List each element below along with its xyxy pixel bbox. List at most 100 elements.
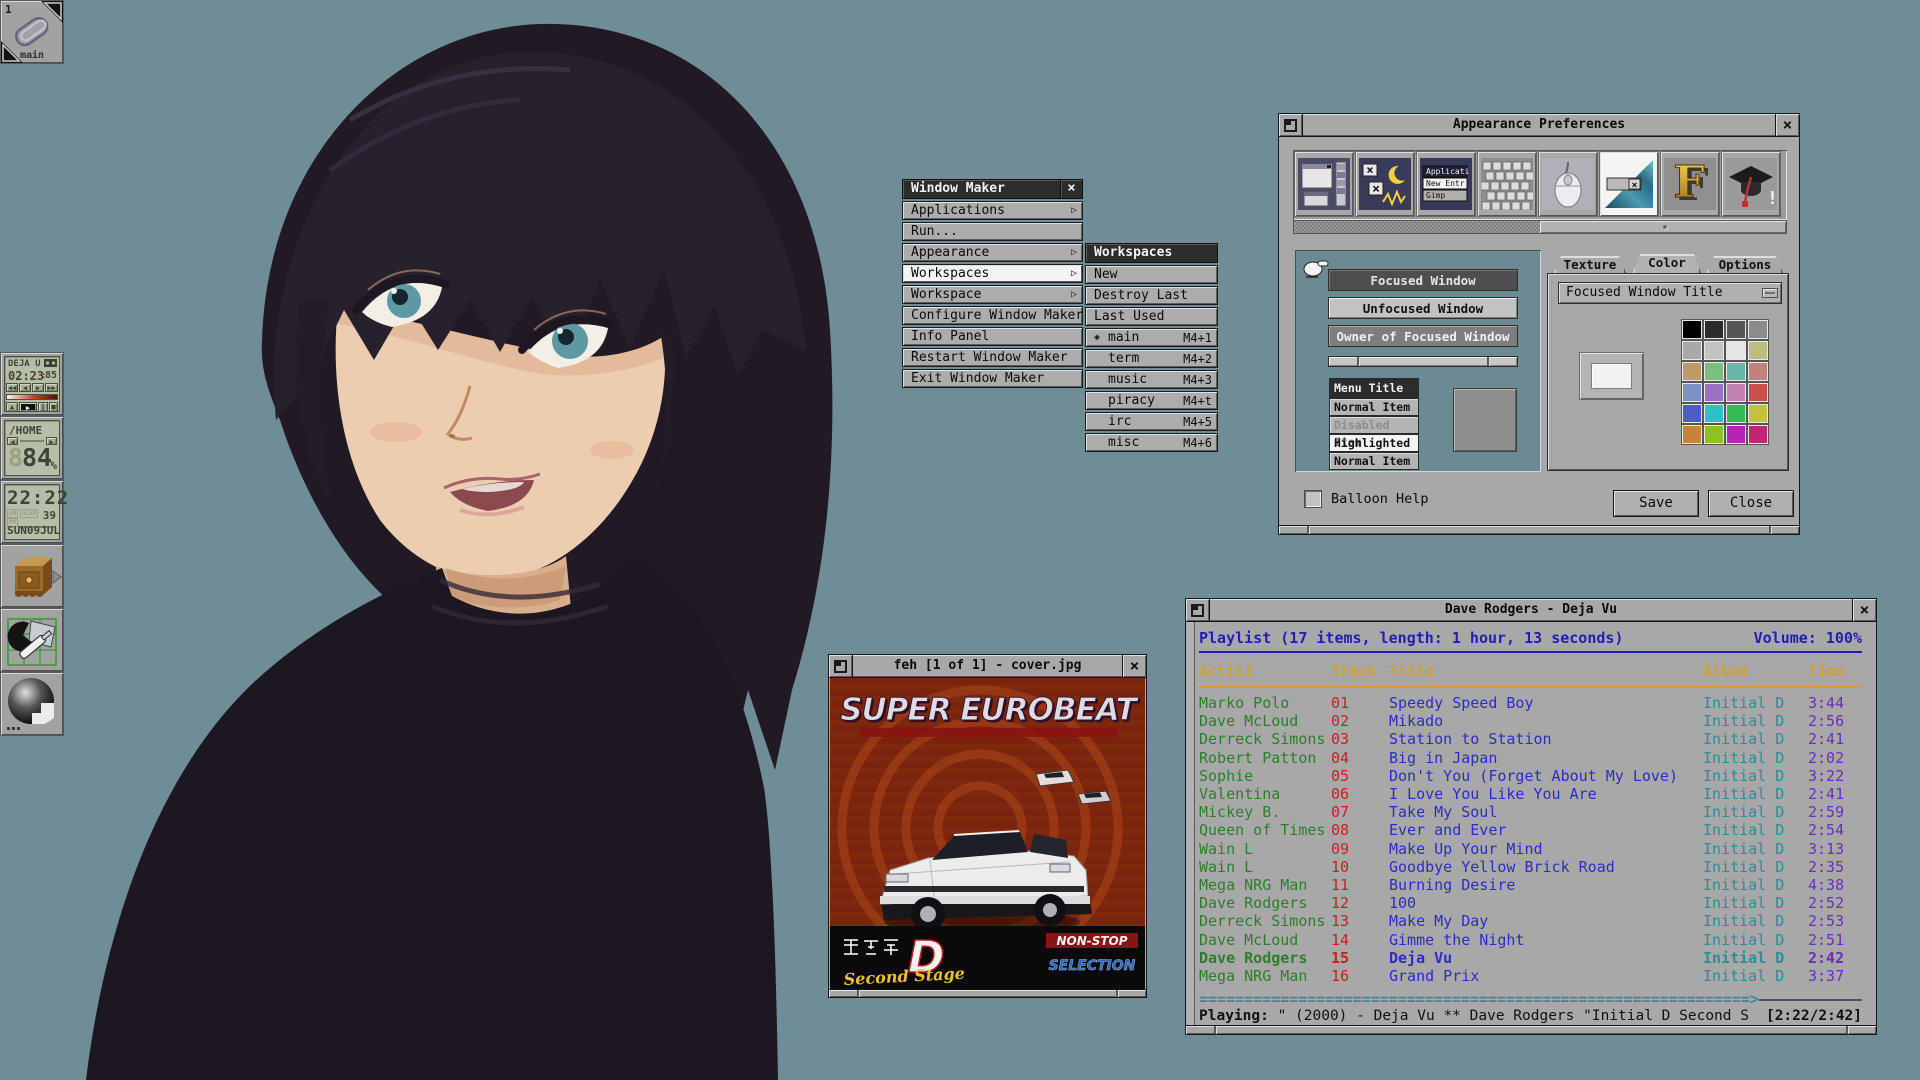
palette-color-12[interactable]	[1682, 383, 1702, 402]
music-stop-button[interactable]: ■	[49, 402, 58, 412]
palette-color-11[interactable]	[1748, 362, 1768, 381]
player-miniaturize-button[interactable]	[1186, 599, 1210, 622]
workspaces-menu-item-piracy[interactable]: piracyM4+t	[1085, 391, 1218, 410]
section-expert[interactable]: !	[1721, 151, 1781, 217]
wprefs-resizebar[interactable]	[1279, 525, 1799, 534]
save-button[interactable]: Save	[1613, 490, 1699, 517]
color-well[interactable]	[1579, 352, 1644, 400]
section-appearance[interactable]: ×	[1599, 151, 1659, 217]
menu-sample-normal[interactable]: Normal Item	[1329, 452, 1419, 470]
menu-sample-title[interactable]: Menu Title	[1329, 378, 1419, 398]
menu-item-configure-window-maker[interactable]: Configure Window Maker	[902, 306, 1083, 325]
menu-sample-disabled[interactable]: Disabled Item	[1329, 416, 1419, 434]
scrollbar-thumb[interactable]	[1540, 221, 1786, 233]
menu-item-exit-window-maker[interactable]: Exit Window Maker	[902, 369, 1083, 388]
palette-color-2[interactable]	[1726, 320, 1746, 339]
menu-item-applications[interactable]: Applications▷	[902, 201, 1083, 220]
column-artist[interactable]: Artist	[1199, 662, 1331, 680]
column-track[interactable]: Track	[1331, 662, 1389, 680]
feh-miniaturize-button[interactable]	[829, 655, 853, 678]
menu-sample-highlighted[interactable]: Highlighted	[1329, 434, 1419, 452]
dockapp-drawer[interactable]	[0, 544, 64, 608]
tab-texture[interactable]: Texture	[1554, 256, 1626, 273]
palette-color-9[interactable]	[1704, 362, 1724, 381]
music-progress-bar[interactable]	[6, 394, 58, 400]
workspaces-menu-item-irc[interactable]: ircM4+5	[1085, 412, 1218, 431]
playlist-row[interactable]: Mega NRG Man16Grand PrixInitial D3:37	[1199, 967, 1862, 985]
root-menu-titlebar[interactable]: Window Maker ×	[902, 179, 1083, 199]
palette-color-6[interactable]	[1726, 341, 1746, 360]
palette-color-7[interactable]	[1748, 341, 1768, 360]
focused-window-sample[interactable]: Focused Window	[1328, 269, 1518, 291]
palette-color-15[interactable]	[1748, 383, 1768, 402]
section-window-handling[interactable]: × ×	[1355, 151, 1415, 217]
menu-item-workspace[interactable]: Workspace▷	[902, 285, 1083, 304]
wprefs-titlebar[interactable]: Appearance Preferences ×	[1279, 114, 1799, 137]
scrollbar-track[interactable]	[1294, 221, 1540, 233]
playlist-row[interactable]: Mega NRG Man11Burning DesireInitial D4:3…	[1199, 876, 1862, 894]
music-next-button[interactable]: ▶▶	[45, 383, 58, 392]
feh-close-button[interactable]: ×	[1122, 655, 1146, 678]
column-title[interactable]: Title	[1389, 662, 1703, 680]
balloon-help-checkbox[interactable]	[1304, 490, 1322, 508]
track-progress-line[interactable]: ========================================…	[1199, 990, 1862, 1008]
player-titlebar[interactable]: Dave Rodgers - Deja Vu ×	[1186, 599, 1876, 622]
column-time[interactable]: Time	[1808, 662, 1862, 680]
dockapp-sphere[interactable]	[0, 672, 64, 736]
dockapp-config-tool[interactable]	[0, 608, 64, 672]
dockapp-disk-usage[interactable]: /HOME ◀ ▶ 8 84 %	[0, 416, 64, 480]
playlist-row[interactable]: Dave Rodgers12100Initial D2:52	[1199, 894, 1862, 912]
workspaces-menu-item-main[interactable]: ◈mainM4+1	[1085, 328, 1218, 347]
palette-color-20[interactable]	[1682, 425, 1702, 444]
music-forward-button[interactable]: ▶	[32, 383, 44, 392]
owner-window-sample[interactable]: Owner of Focused Window	[1328, 325, 1518, 347]
wprefs-close-button[interactable]: ×	[1775, 114, 1799, 137]
palette-color-16[interactable]	[1682, 404, 1702, 423]
terminal-scrollbar[interactable]	[1187, 622, 1195, 1025]
workspaces-menu-item-new[interactable]: New	[1085, 265, 1218, 284]
playlist-row[interactable]: Dave Rodgers15Deja VuInitial D2:42	[1199, 949, 1862, 967]
section-menu-prefs[interactable]: Applicati New Entr Gimp	[1416, 151, 1476, 217]
music-pause-button[interactable]: ‖	[38, 402, 48, 412]
music-play-button[interactable]: ▶	[19, 402, 37, 412]
palette-color-5[interactable]	[1704, 341, 1724, 360]
workspaces-menu-item-destroy-last[interactable]: Destroy Last	[1085, 286, 1218, 305]
menu-item-appearance[interactable]: Appearance▷	[902, 243, 1083, 262]
workspaces-menu-item-last-used[interactable]: Last Used	[1085, 307, 1218, 326]
playlist-row[interactable]: Derreck Simons03Station to StationInitia…	[1199, 730, 1862, 748]
section-window-focus[interactable]	[1294, 151, 1354, 217]
palette-color-14[interactable]	[1726, 383, 1746, 402]
palette-color-23[interactable]	[1748, 425, 1768, 444]
playlist-row[interactable]: Valentina06I Love You Like You AreInitia…	[1199, 785, 1862, 803]
tab-color[interactable]: Color	[1633, 254, 1701, 273]
toolbar-scrollbar[interactable]	[1293, 220, 1787, 234]
workspaces-menu-item-term[interactable]: termM4+2	[1085, 349, 1218, 368]
palette-color-22[interactable]	[1726, 425, 1746, 444]
playlist-row[interactable]: Wain L10Goodbye Yellow Brick RoadInitial…	[1199, 858, 1862, 876]
palette-color-21[interactable]	[1704, 425, 1724, 444]
wprefs-miniaturize-button[interactable]	[1279, 114, 1303, 137]
palette-color-18[interactable]	[1726, 404, 1746, 423]
playlist-row[interactable]: Wain L09Make Up Your MindInitial D3:13	[1199, 840, 1862, 858]
feh-resizebar[interactable]	[829, 989, 1146, 997]
playlist-row[interactable]: Mickey B.07Take My SoulInitial D2:59	[1199, 803, 1862, 821]
palette-color-1[interactable]	[1704, 320, 1724, 339]
playlist-row[interactable]: Marko Polo01Speedy Speed BoyInitial D3:4…	[1199, 694, 1862, 712]
menu-sample-normal[interactable]: Normal Item	[1329, 398, 1419, 416]
music-rewind-button[interactable]: ◀	[19, 383, 31, 392]
unfocused-window-sample[interactable]: Unfocused Window	[1328, 297, 1518, 319]
section-keyboard[interactable]	[1477, 151, 1537, 217]
menu-item-info-panel[interactable]: Info Panel	[902, 327, 1083, 346]
player-resizebar[interactable]	[1186, 1025, 1876, 1034]
feh-titlebar[interactable]: feh [1 of 1] - cover.jpg ×	[829, 655, 1146, 678]
icon-background-sample[interactable]	[1453, 388, 1517, 452]
workspaces-menu-item-misc[interactable]: miscM4+6	[1085, 433, 1218, 452]
playlist-row[interactable]: Dave McLoud02MikadoInitial D2:56	[1199, 712, 1862, 730]
menu-item-run-[interactable]: Run...	[902, 222, 1083, 241]
tab-options[interactable]: Options	[1707, 256, 1783, 273]
palette-color-0[interactable]	[1682, 320, 1702, 339]
playlist-row[interactable]: Derreck Simons13Make My DayInitial D2:53	[1199, 912, 1862, 930]
player-close-button[interactable]: ×	[1852, 599, 1876, 622]
section-font[interactable]: F F	[1660, 151, 1720, 217]
section-mouse[interactable]	[1538, 151, 1598, 217]
